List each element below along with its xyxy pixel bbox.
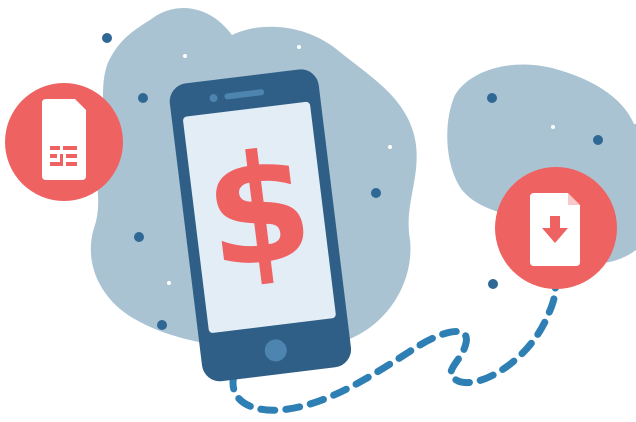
dollar-sign-icon: $	[196, 118, 321, 303]
illustration-stage: $	[0, 0, 636, 422]
screen-dollar-symbol: $	[196, 118, 321, 303]
